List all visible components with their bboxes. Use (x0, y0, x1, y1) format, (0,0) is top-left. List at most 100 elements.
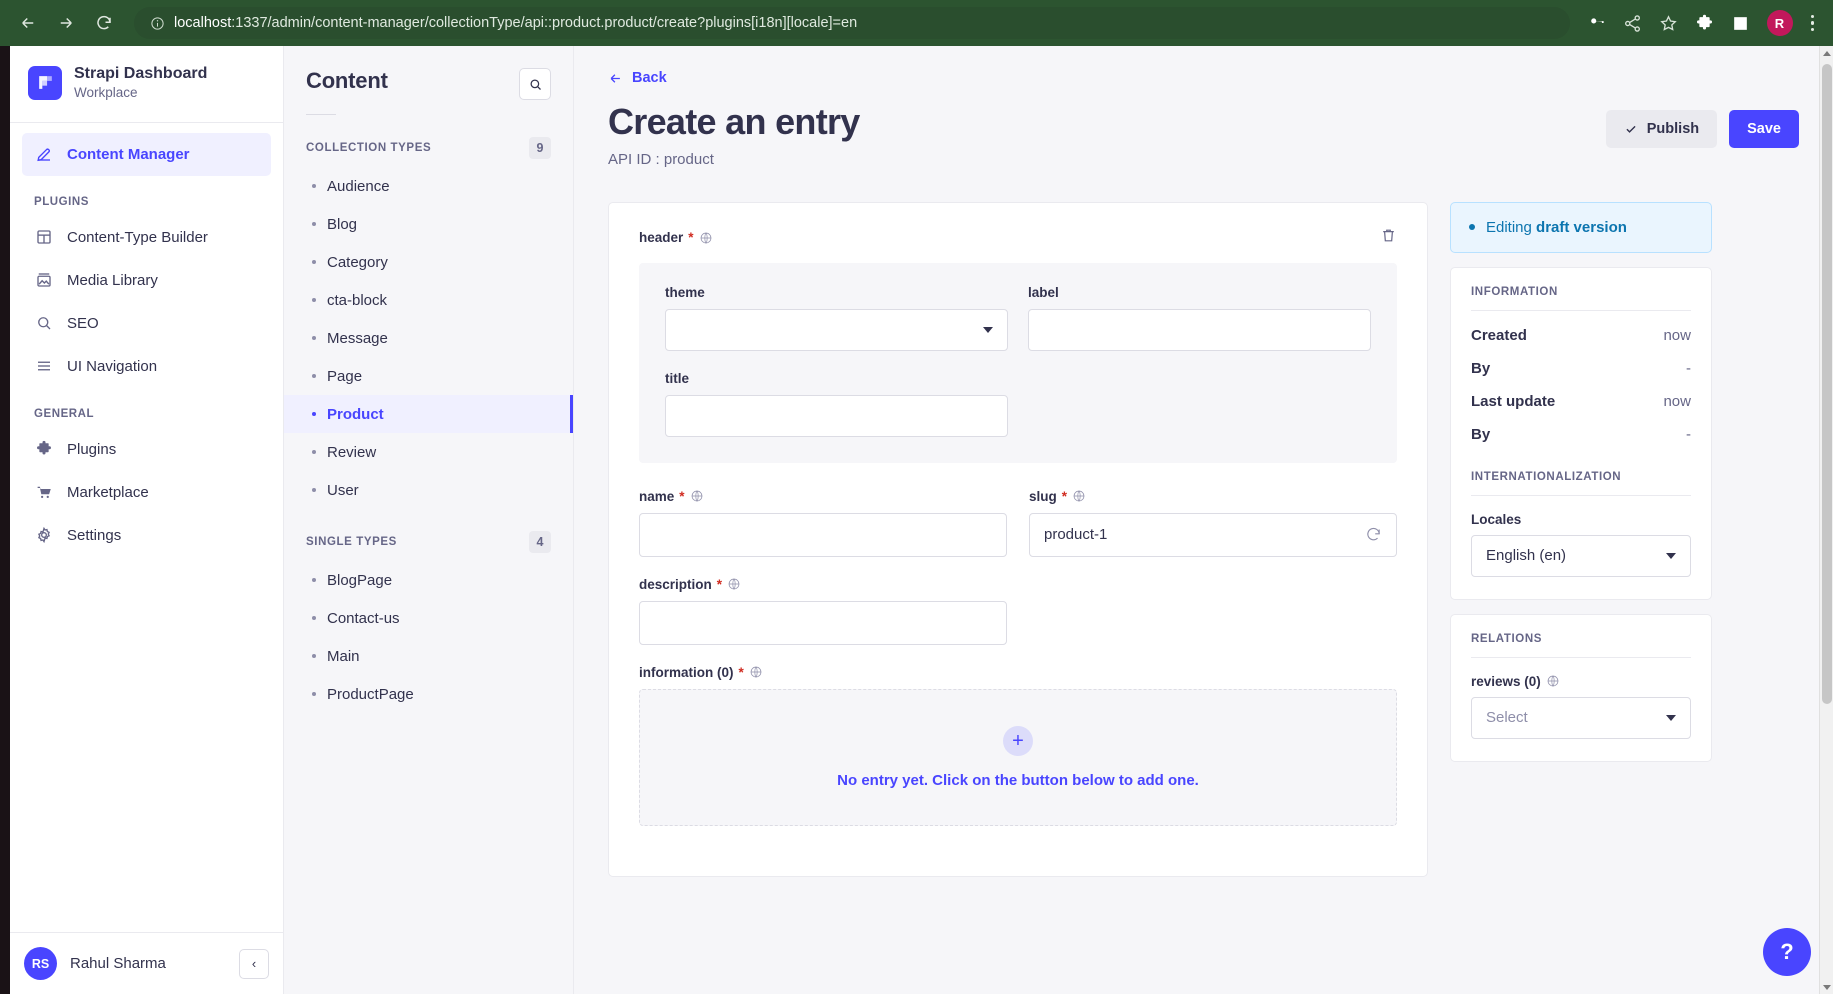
field-description: description * (639, 577, 1007, 645)
field-slug: slug * product-1 (1029, 489, 1397, 557)
scroll-up-button[interactable] (1820, 46, 1833, 60)
relations-select[interactable]: Select (1471, 696, 1691, 739)
component-body: theme label title (639, 262, 1397, 463)
repeatable-empty-state: + No entry yet. Click on the button belo… (639, 688, 1397, 826)
bullet-icon (312, 336, 316, 340)
header-actions: Publish Save (1605, 102, 1799, 148)
sidebar-section-general: GENERAL (34, 407, 95, 420)
address-bar[interactable]: localhost:1337/admin/content-manager/col… (134, 7, 1570, 39)
ct-item-audience[interactable]: Audience (284, 167, 573, 205)
locale-select[interactable]: English (en) (1471, 534, 1691, 577)
sidebar-item-content-manager[interactable]: Content Manager (22, 132, 271, 176)
publish-button[interactable]: Publish (1605, 110, 1718, 148)
browser-forward-button[interactable] (48, 5, 84, 41)
label-input[interactable] (1028, 308, 1371, 351)
sidebar-footer: RS Rahul Sharma ‹ (10, 932, 283, 994)
globe-icon (700, 232, 711, 243)
globe-icon (750, 666, 762, 678)
info-key: Created (1471, 326, 1527, 344)
st-item-contact-us[interactable]: Contact-us (284, 599, 573, 637)
sidebar-item-label: Media Library (67, 271, 158, 289)
scrollbar-thumb[interactable] (1822, 64, 1832, 704)
sidebar-item-ui-navigation[interactable]: UI Navigation (22, 345, 271, 388)
hamburger-lines-icon (34, 356, 54, 376)
collection-types-label: COLLECTION TYPES (306, 142, 432, 154)
gear-icon (34, 525, 54, 545)
browser-profile-avatar[interactable]: R (1766, 10, 1793, 36)
draft-prefix: Editing (1486, 218, 1537, 236)
status-dot-icon (1469, 224, 1475, 231)
title-input[interactable] (665, 394, 1008, 437)
slug-input[interactable]: product-1 (1029, 512, 1397, 557)
sidebar-username[interactable]: Rahul Sharma (70, 955, 226, 972)
bullet-icon (312, 654, 316, 658)
delete-component-button[interactable] (1380, 227, 1397, 249)
globe-icon (1073, 490, 1085, 502)
repeatable-empty-text: No entry yet. Click on the button below … (837, 771, 1199, 789)
form-area: header * theme label title name * slug *… (608, 201, 1799, 877)
window-edge-stripe (0, 46, 10, 994)
field-label-theme: theme (665, 284, 705, 300)
st-item-blogpage[interactable]: BlogPage (284, 561, 573, 599)
field-label-name-text: name (639, 488, 675, 504)
field-information: information (0) * + No entry yet. Click o… (639, 665, 1397, 826)
app-body: Strapi Dashboard Workplace Content Manag… (0, 46, 1833, 994)
brand-header[interactable]: Strapi Dashboard Workplace (10, 46, 283, 123)
search-icon (34, 313, 54, 333)
information-title: INFORMATION (1471, 286, 1691, 311)
star-icon[interactable] (1652, 6, 1686, 40)
ct-item-review[interactable]: Review (284, 433, 573, 471)
st-item-productpage[interactable]: ProductPage (284, 675, 573, 713)
plus-icon[interactable]: + (1003, 725, 1033, 756)
right-rail: Editing draft version INFORMATION Create… (1450, 201, 1712, 877)
ct-item-page[interactable]: Page (284, 357, 573, 395)
relations-field-label-text: reviews (0) (1471, 673, 1541, 689)
ct-item-label: Audience (327, 177, 390, 195)
content-search-button[interactable] (519, 68, 551, 100)
sidebar-collapse-button[interactable]: ‹ (239, 948, 269, 979)
chevron-up-icon (1823, 50, 1831, 56)
globe-icon (1547, 675, 1559, 687)
sidebar-item-media-library[interactable]: Media Library (22, 259, 271, 302)
scroll-down-button[interactable] (1820, 980, 1833, 994)
key-icon[interactable] (1580, 6, 1614, 40)
ct-item-product[interactable]: Product (284, 395, 573, 433)
description-input[interactable] (639, 600, 1007, 645)
bullet-icon (312, 488, 316, 492)
ct-item-cta-block[interactable]: cta-block (284, 281, 573, 319)
sidebar-item-settings[interactable]: Settings (22, 514, 271, 557)
page-scrollbar[interactable] (1819, 46, 1833, 994)
help-button[interactable]: ? (1763, 928, 1811, 976)
info-key: By (1471, 359, 1491, 377)
site-info-icon[interactable] (150, 16, 165, 31)
collection-types-count: 9 (529, 137, 551, 159)
side-panel-icon[interactable] (1724, 6, 1758, 40)
sidebar-item-seo[interactable]: SEO (22, 302, 271, 345)
ct-item-category[interactable]: Category (284, 243, 573, 281)
sidebar-item-marketplace[interactable]: Marketplace (22, 471, 271, 514)
sidebar-item-label: Content-Type Builder (67, 228, 208, 246)
ct-item-message[interactable]: Message (284, 319, 573, 357)
back-label: Back (632, 70, 667, 86)
relations-title: RELATIONS (1471, 633, 1691, 658)
kebab-menu-icon[interactable] (1802, 14, 1824, 32)
ct-item-blog[interactable]: Blog (284, 205, 573, 243)
sidebar-item-plugins[interactable]: Plugins (22, 428, 271, 471)
refresh-icon[interactable] (1365, 526, 1382, 543)
field-label-title: title (665, 370, 690, 386)
info-row-last-update: Last update now (1471, 393, 1691, 410)
name-input[interactable] (639, 512, 1007, 557)
st-item-main[interactable]: Main (284, 637, 573, 675)
strapi-logo-icon (28, 65, 62, 100)
ct-item-user[interactable]: User (284, 471, 573, 509)
sidebar-item-content-type-builder[interactable]: Content-Type Builder (22, 216, 271, 259)
save-button[interactable]: Save (1729, 110, 1799, 148)
back-link[interactable]: Back (608, 70, 667, 86)
share-icon[interactable] (1616, 6, 1650, 40)
browser-back-button[interactable] (10, 5, 46, 41)
extensions-puzzle-icon[interactable] (1688, 6, 1722, 40)
theme-select[interactable] (665, 308, 1008, 351)
browser-reload-button[interactable] (86, 5, 122, 41)
avatar[interactable]: RS (24, 947, 57, 980)
bullet-icon (312, 578, 316, 582)
